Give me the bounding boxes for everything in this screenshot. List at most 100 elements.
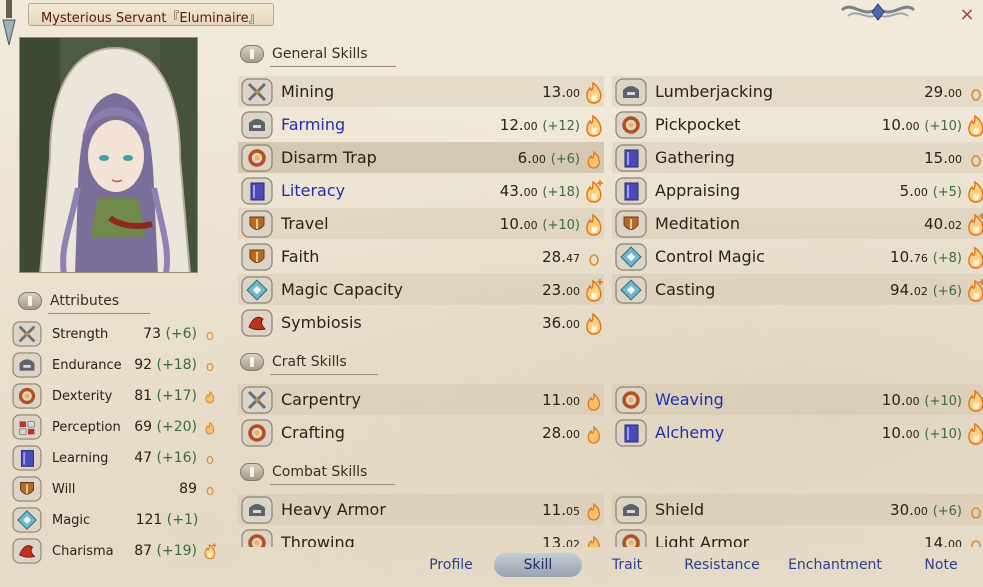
skill-row[interactable]: Alchemy 10.00 (+10) [612, 417, 983, 448]
skill-value: 36.00 [542, 314, 580, 332]
skill-icon [615, 528, 647, 547]
attribute-row[interactable]: Charisma 87 (+19) [12, 537, 217, 565]
skill-level: 11. [542, 500, 566, 519]
skill-row[interactable]: Faith 28.47 [238, 241, 604, 272]
attribute-name: Strength [52, 326, 109, 342]
skill-row[interactable]: Throwing 13.02 [238, 527, 604, 547]
skill-row[interactable]: Meditation 40.02 [612, 208, 983, 239]
skill-icon [615, 275, 647, 304]
skill-row[interactable]: Mining 13.00 [238, 76, 604, 107]
skill-icon [615, 176, 647, 205]
skill-row[interactable]: Appraising 5.00 (+5) [612, 175, 983, 206]
attribute-icon [12, 445, 42, 471]
skill-level-decimal: 76 [913, 251, 928, 265]
skill-row[interactable]: Control Magic 10.76 (+8) [612, 241, 983, 272]
attributes-header: Attributes [18, 291, 150, 314]
attribute-base-value: 81 [134, 388, 153, 404]
potential-flame-icon [587, 502, 601, 521]
attribute-row[interactable]: Magic 121 (+1) [12, 506, 217, 534]
skill-row[interactable]: Gathering 15.00 [612, 142, 983, 173]
craft-skills-header: Craft Skills [240, 352, 378, 375]
potential-flame-icon [587, 425, 601, 444]
skill-icon [241, 495, 273, 524]
attribute-row[interactable]: Dexterity 81 (+17) [12, 382, 217, 410]
skill-level: 36. [542, 313, 566, 332]
close-button[interactable]: × [957, 5, 977, 25]
skill-level-decimal: 00 [913, 504, 928, 518]
skill-row[interactable]: Literacy 43.00 (+18) [238, 175, 604, 206]
potential-flame-icon [204, 543, 217, 560]
attribute-row[interactable]: Learning 47 (+16) [12, 444, 217, 472]
tab-profile[interactable]: Profile [422, 553, 480, 577]
skill-bonus: (+6) [932, 503, 962, 519]
skill-row[interactable]: Disarm Trap 6.00 (+6) [238, 142, 604, 173]
attribute-icon [12, 352, 42, 378]
attribute-row[interactable]: Will 89 [12, 475, 217, 503]
skill-bonus: (+10) [924, 393, 962, 409]
potential-flame-icon [968, 422, 983, 445]
rune-icon [241, 275, 273, 304]
tab-trait[interactable]: Trait [602, 553, 652, 577]
skill-value: 23.00 [542, 281, 580, 299]
skill-bonus: (+8) [932, 250, 962, 266]
attribute-row[interactable]: Endurance 92 (+18) [12, 351, 217, 379]
skill-row[interactable]: Shield 30.00 (+6) [612, 494, 983, 525]
skill-level: 30. [890, 500, 914, 519]
attribute-potential [203, 325, 217, 343]
potential-flame-icon [586, 213, 602, 236]
attribute-icon [12, 383, 42, 409]
attribute-name: Learning [52, 450, 109, 466]
skill-row[interactable]: Farming 12.00 (+12) [238, 109, 604, 140]
tab-skill[interactable]: Skill [494, 553, 582, 577]
attribute-row[interactable]: Perception 69 (+20) [12, 413, 217, 441]
skill-row[interactable]: Pickpocket 10.00 (+10) [612, 109, 983, 140]
skill-level: 43. [499, 181, 524, 200]
skill-bonus: (+6) [550, 151, 580, 167]
skill-potential [584, 212, 604, 236]
skill-row[interactable]: Symbiosis 36.00 [238, 307, 604, 338]
skill-level-decimal: 00 [523, 218, 538, 232]
skill-row[interactable]: Magic Capacity 23.00 [238, 274, 604, 305]
tab-bar: Profile Skill Trait Resistance Enchantme… [400, 553, 983, 579]
potential-flame-icon [587, 392, 601, 411]
skill-name: Casting [655, 280, 716, 299]
potential-flame-icon [205, 421, 215, 435]
attribute-bonus: (+19) [156, 543, 197, 559]
character-portrait [19, 37, 198, 273]
attribute-row[interactable]: Strength 73 (+6) [12, 320, 217, 348]
skill-level: 12. [499, 115, 524, 134]
tab-enchantment[interactable]: Enchantment [784, 553, 886, 577]
potential-flame-icon [968, 389, 983, 412]
tab-note[interactable]: Note [916, 553, 966, 577]
skill-name: Magic Capacity [281, 280, 404, 299]
skill-level-decimal: 00 [948, 152, 962, 166]
skill-row[interactable]: Light Armor 14.00 [612, 527, 983, 547]
skill-row[interactable]: Crafting 28.00 [238, 417, 604, 448]
skill-icon [615, 143, 647, 172]
tab-resistance[interactable]: Resistance [680, 553, 764, 577]
book-icon [12, 445, 42, 471]
skill-row[interactable]: Lumberjacking 29.00 [612, 76, 983, 107]
rune-icon [615, 275, 647, 304]
attribute-bonus: (+20) [156, 419, 197, 435]
attribute-potential [203, 356, 217, 374]
ring-icon [615, 385, 647, 414]
skill-icon [241, 385, 273, 414]
sword-icon [241, 385, 273, 414]
skill-row[interactable]: Casting 94.02 (+6) [612, 274, 983, 305]
skill-name: Travel [281, 214, 329, 233]
skill-level: 28. [542, 423, 566, 442]
skill-icon [615, 77, 647, 106]
shield-icon [12, 476, 42, 502]
attribute-bonus: (+16) [156, 450, 197, 466]
attribute-name: Will [52, 481, 76, 497]
attribute-icon [12, 538, 42, 564]
skill-row[interactable]: Travel 10.00 (+10) [238, 208, 604, 239]
skill-row[interactable]: Carpentry 11.00 [238, 384, 604, 415]
combat-skills-scroll-area[interactable]: Heavy Armor 11.05 Shield 30.00 (+6) Throwing… [238, 490, 983, 547]
skill-row[interactable]: Heavy Armor 11.05 [238, 494, 604, 525]
skill-icon [241, 176, 273, 205]
skill-level: 10. [881, 390, 906, 409]
skill-row[interactable]: Weaving 10.00 (+10) [612, 384, 983, 415]
potential-flame-icon [971, 539, 981, 547]
